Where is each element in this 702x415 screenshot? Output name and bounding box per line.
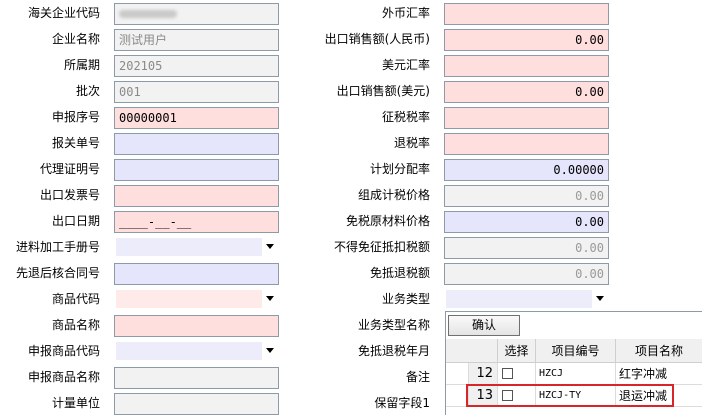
non-deductible-label: 不得免征抵扣税额: [333, 240, 430, 254]
chevron-down-icon[interactable]: [266, 348, 274, 353]
refund-tax-label: 免抵退税额: [369, 266, 430, 280]
batch-label: 批次: [75, 84, 100, 98]
company-name-field[interactable]: 测试用户: [114, 29, 279, 51]
biz-type-label: 业务类型: [381, 292, 430, 306]
chevron-down-icon[interactable]: [596, 296, 604, 301]
agency-cert-no-field[interactable]: [114, 159, 279, 181]
refund-tax-field[interactable]: 0.00: [444, 263, 609, 285]
product-name-field[interactable]: [114, 315, 279, 337]
alloc-rate-field[interactable]: 0.00000: [444, 159, 609, 181]
levy-rate-field[interactable]: [444, 107, 609, 129]
invoice-no-field[interactable]: [114, 185, 279, 207]
unit-field[interactable]: [114, 393, 279, 415]
alloc-rate-label: 计划分配率: [369, 162, 430, 176]
project-code-cell[interactable]: HZCJ: [536, 363, 616, 385]
sales-usd-field[interactable]: 0.00: [444, 81, 609, 103]
biz-type-name-label: 业务类型名称: [357, 318, 430, 332]
row-checkbox[interactable]: [502, 368, 513, 379]
project-name-cell[interactable]: 红字冲减: [616, 363, 702, 385]
grid-corner: [446, 339, 498, 363]
unit-label: 计量单位: [51, 396, 100, 410]
fx-rate-label: 外币汇率: [381, 6, 430, 20]
reserved1-label: 保留字段1: [374, 396, 430, 410]
export-date-field[interactable]: ____-__-__: [114, 211, 279, 233]
fx-rate-field[interactable]: [444, 3, 609, 25]
chevron-down-icon[interactable]: [266, 244, 274, 249]
customs-decl-no-field[interactable]: [114, 133, 279, 155]
serial-no-label: 申报序号: [51, 110, 100, 124]
product-code-label: 商品代码: [51, 292, 100, 306]
decl-product-code-dropdown[interactable]: [116, 342, 262, 360]
row-spacer: [446, 363, 469, 385]
export-date-label: 出口日期: [51, 214, 100, 228]
select-cell[interactable]: [498, 363, 536, 385]
confirm-button[interactable]: 确认: [448, 315, 520, 336]
decl-product-name-label: 申报商品名称: [27, 370, 100, 384]
refund-year-month-label: 免抵退税年月: [357, 344, 430, 358]
agency-cert-no-label: 代理证明号: [39, 162, 100, 176]
composed-price-field[interactable]: 0.00: [444, 185, 609, 207]
product-code-dropdown[interactable]: [116, 290, 262, 308]
decl-product-name-field[interactable]: [114, 367, 279, 389]
duty-free-material-label: 免税原材料价格: [345, 214, 430, 228]
chevron-down-icon[interactable]: [266, 296, 274, 301]
col-header-code[interactable]: 项目编号: [536, 339, 616, 363]
usd-rate-label: 美元汇率: [381, 58, 430, 72]
row-number: 12: [469, 363, 498, 385]
period-field[interactable]: 202105: [114, 55, 279, 77]
period-label: 所属期: [63, 58, 100, 72]
remark-label: 备注: [405, 370, 430, 384]
non-deductible-field[interactable]: 0.00: [444, 237, 609, 259]
product-name-label: 商品名称: [51, 318, 100, 332]
invoice-no-label: 出口发票号: [39, 188, 100, 202]
biz-type-dropdown[interactable]: [446, 290, 592, 308]
redacted-value: [119, 10, 177, 18]
sales-usd-label: 出口销售额(美元): [336, 84, 430, 98]
decl-product-code-label: 申报商品代码: [27, 344, 100, 358]
batch-field[interactable]: 001: [114, 81, 279, 103]
col-header-select[interactable]: 选择: [498, 339, 536, 363]
refund-rate-label: 退税率: [393, 136, 430, 150]
approval-no-label: 先退后核合同号: [15, 266, 100, 280]
serial-no-field[interactable]: 00000001: [114, 107, 279, 129]
manual-no-label: 进料加工手册号: [15, 240, 100, 254]
sales-rmb-field[interactable]: 0.00: [444, 29, 609, 51]
customs-code-field[interactable]: [114, 3, 279, 25]
duty-free-material-field[interactable]: 0.00: [444, 211, 609, 233]
col-header-name[interactable]: 项目名称: [616, 339, 702, 363]
levy-rate-label: 征税税率: [381, 110, 430, 124]
refund-rate-field[interactable]: [444, 133, 609, 155]
approval-no-field[interactable]: [114, 263, 279, 285]
customs-code-label: 海关企业代码: [27, 6, 100, 20]
manual-no-dropdown[interactable]: [116, 238, 262, 256]
sales-rmb-label: 出口销售额(人民币): [324, 32, 430, 46]
usd-rate-field[interactable]: [444, 55, 609, 77]
company-name-label: 企业名称: [51, 32, 100, 46]
customs-decl-no-label: 报关单号: [51, 136, 100, 150]
highlight-box: [466, 384, 674, 407]
composed-price-label: 组成计税价格: [357, 188, 430, 202]
